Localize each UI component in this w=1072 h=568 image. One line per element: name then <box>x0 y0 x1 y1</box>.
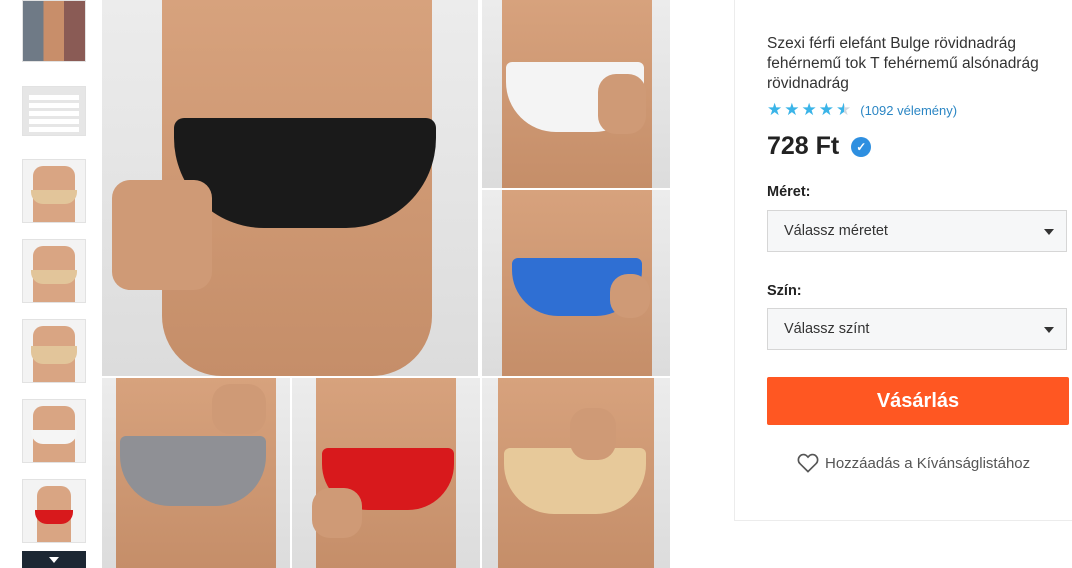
color-select[interactable]: Válassz színt <box>767 308 1067 350</box>
size-label: Méret: <box>767 184 811 200</box>
thumb-beige-back[interactable] <box>22 319 86 383</box>
photo-white-brief <box>482 0 670 188</box>
star-icon: ★ <box>784 100 800 119</box>
chevron-down-icon <box>49 556 59 563</box>
size-select-value: Válassz méretet <box>784 223 888 239</box>
star-icon: ★ <box>767 100 783 119</box>
star-icon: ★ <box>801 100 817 119</box>
thumb-size-chart[interactable] <box>22 86 86 136</box>
reviews-link[interactable]: (1092 vélemény) <box>860 103 957 118</box>
verified-check-icon: ✓ <box>851 136 872 157</box>
rating-stars: ★ ★ ★ ★ ★ <box>767 101 851 119</box>
wishlist-label: Hozzáadás a Kívánságlistához <box>825 454 1031 472</box>
thumb-red-model[interactable] <box>22 479 86 543</box>
product-price: 728 Ft <box>767 132 840 160</box>
color-label: Szín: <box>767 283 802 299</box>
color-select-value: Válassz színt <box>784 321 870 337</box>
photo-gray-brief <box>102 378 290 568</box>
photo-beige-brief <box>482 378 670 568</box>
star-icon: ★ <box>818 100 834 119</box>
heart-icon <box>797 453 819 473</box>
photo-red-brief <box>292 378 480 568</box>
size-select[interactable]: Válassz méretet <box>767 210 1067 252</box>
product-title: Szexi férfi elefánt Bulge rövidnadrág fe… <box>767 35 1039 92</box>
thumb-beige-side[interactable] <box>22 239 86 303</box>
thumb-collage[interactable] <box>22 0 86 62</box>
caret-down-icon <box>1044 327 1054 333</box>
add-to-wishlist-link[interactable]: Hozzáadás a Kívánságlistához <box>797 453 1030 473</box>
price-row: 728 Ft ✓ <box>767 132 872 161</box>
thumb-beige-front[interactable] <box>22 159 86 223</box>
photo-black-brief <box>102 0 478 376</box>
photo-blue-brief <box>482 190 670 376</box>
product-rating: ★ ★ ★ ★ ★ (1092 vélemény) <box>767 101 957 119</box>
caret-down-icon <box>1044 229 1054 235</box>
thumb-white-front[interactable] <box>22 399 86 463</box>
star-half-icon: ★ <box>836 100 852 119</box>
product-info-panel: Szexi férfi elefánt Bulge rövidnadrág fe… <box>734 0 1072 521</box>
product-image-gallery[interactable] <box>102 0 670 568</box>
thumbnail-scroll-down-button[interactable] <box>22 551 86 568</box>
buy-button[interactable]: Vásárlás <box>767 377 1069 425</box>
